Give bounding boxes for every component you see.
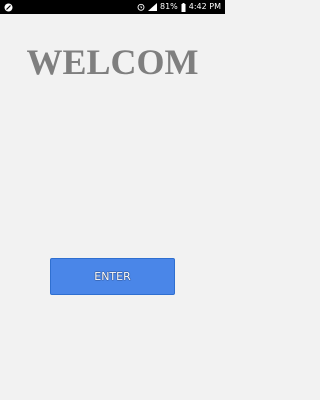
app-notification-icon (4, 3, 13, 12)
welcome-title: WELCOM (26, 42, 199, 82)
enter-button[interactable]: ENTER (50, 258, 175, 295)
signal-icon (147, 3, 157, 11)
battery-percent: 81% (159, 2, 178, 11)
status-bar: 81% 4:42 PM (0, 0, 225, 14)
battery-icon (181, 2, 186, 12)
status-time: 4:42 PM (188, 2, 221, 11)
alarm-icon (137, 3, 145, 11)
welcome-screen: WELCOM ENTER (0, 14, 225, 400)
